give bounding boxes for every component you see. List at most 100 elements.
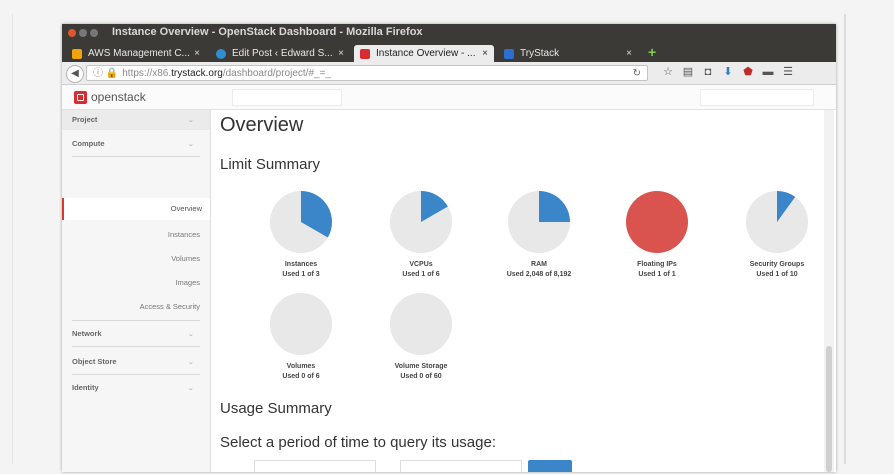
- url-prefix: https://x86.: [122, 68, 172, 79]
- navigation-bar: ◀ ⓘ 🔒 https://x86.trystack.org/dashboard/…: [62, 62, 836, 85]
- limit-used: Used 1 of 10: [756, 271, 798, 278]
- sidebar-item-access-security[interactable]: Access & Security: [70, 302, 200, 311]
- limit-summary-heading: Limit Summary: [220, 156, 321, 173]
- tab-edit-post[interactable]: Edit Post ‹ Edward S... ×: [210, 45, 350, 62]
- reload-icon[interactable]: ↻: [633, 66, 641, 82]
- page-scrollbar[interactable]: [824, 110, 834, 472]
- tab-aws[interactable]: AWS Management C... ×: [66, 45, 206, 62]
- sidebar-section-compute[interactable]: Compute ⌄: [62, 134, 210, 154]
- sidebar-section-identity[interactable]: Identity ⌄: [62, 378, 210, 398]
- extension-icon[interactable]: ▬: [758, 66, 778, 78]
- pie-slice-used: [539, 191, 570, 222]
- frame-right-border: [844, 14, 846, 464]
- limit-name: Instances: [284, 261, 318, 268]
- limit-used: Used 1 of 3: [282, 271, 320, 278]
- lock-icon: 🔒: [105, 68, 119, 79]
- close-tab-icon[interactable]: ×: [482, 45, 488, 62]
- openstack-logo-icon: [74, 91, 87, 105]
- sidebar-item-images[interactable]: Images: [70, 278, 200, 287]
- sidebar-section-network[interactable]: Network ⌄: [62, 324, 210, 344]
- bookmark-star-icon[interactable]: ☆: [658, 65, 678, 78]
- sidebar-section-label: Identity: [72, 383, 99, 392]
- reading-list-icon[interactable]: ▤: [678, 65, 698, 78]
- sidebar-item-volumes[interactable]: Volumes: [70, 254, 200, 263]
- close-tab-icon[interactable]: ×: [338, 45, 344, 62]
- chevron-down-icon: ⌄: [187, 329, 194, 338]
- pie-chart: [270, 293, 332, 355]
- shield-icon[interactable]: ⬟: [738, 65, 758, 78]
- limit-pie-instances: Instances Used 1 of 3: [242, 190, 360, 278]
- limit-name: VCPUs: [409, 261, 433, 268]
- url-bar[interactable]: ⓘ 🔒 https://x86.trystack.org/dashboard/pr…: [86, 65, 648, 81]
- pie-chart: [746, 191, 808, 253]
- sidebar-divider: [72, 156, 200, 157]
- back-icon[interactable]: ◀: [66, 65, 84, 83]
- openstack-logo[interactable]: openstack: [74, 90, 146, 105]
- sidebar-section-label: Network: [72, 329, 102, 338]
- limit-name: Volume Storage: [394, 363, 448, 370]
- scrollbar-thumb[interactable]: [826, 346, 832, 472]
- openstack-icon: [360, 49, 370, 59]
- pie-chart: [390, 191, 452, 253]
- limit-used: Used 1 of 6: [402, 271, 440, 278]
- limit-name: Security Groups: [749, 261, 805, 268]
- usage-summary-heading: Usage Summary: [220, 400, 332, 417]
- sidebar-item-overview[interactable]: Overview: [62, 198, 210, 220]
- date-from-input[interactable]: [254, 460, 376, 472]
- page-title: Overview: [220, 114, 304, 136]
- close-window-icon[interactable]: [68, 29, 76, 37]
- close-tab-icon[interactable]: ×: [626, 45, 632, 62]
- download-icon[interactable]: ⬇: [718, 65, 738, 78]
- tab-bar: AWS Management C... × Edit Post ‹ Edward…: [62, 42, 836, 62]
- logo-text: openstack: [91, 90, 146, 104]
- submit-button[interactable]: [528, 460, 572, 472]
- minimize-window-icon[interactable]: [79, 29, 87, 37]
- tab-label: AWS Management C...: [88, 48, 190, 59]
- url-path: /dashboard/project/#_=_: [222, 68, 331, 79]
- new-tab-icon[interactable]: +: [648, 45, 656, 59]
- limit-pie-floating-ips: Floating IPs Used 1 of 1: [598, 190, 716, 278]
- main-content: Overview Limit Summary Instances Used 1 …: [212, 110, 822, 472]
- pie-slice-used: [626, 191, 688, 253]
- pie-background: [270, 293, 332, 355]
- menu-icon[interactable]: ☰: [778, 65, 798, 78]
- limit-pie-ram: RAM Used 2,048 of 8,192: [480, 190, 598, 278]
- tab-label: Instance Overview - ...: [376, 48, 476, 59]
- pocket-icon[interactable]: ◘: [698, 66, 718, 78]
- limit-pie-security-groups: Security Groups Used 1 of 10: [718, 190, 836, 278]
- sidebar-divider: [72, 346, 200, 347]
- limit-pie-vcpus: VCPUs Used 1 of 6: [362, 190, 480, 278]
- aws-icon: [72, 49, 82, 59]
- tab-instance-overview[interactable]: Instance Overview - ... ×: [354, 45, 494, 62]
- close-tab-icon[interactable]: ×: [194, 45, 200, 62]
- limit-pie-volumes: Volumes Used 0 of 6: [242, 292, 360, 380]
- tab-label: Edit Post ‹ Edward S...: [232, 48, 333, 59]
- limit-used: Used 2,048 of 8,192: [506, 271, 572, 278]
- tab-trystack[interactable]: TryStack ×: [498, 45, 638, 62]
- limit-name: Floating IPs: [637, 261, 677, 268]
- chevron-down-icon: ⌄: [187, 139, 194, 148]
- info-icon[interactable]: ⓘ: [93, 68, 103, 79]
- openstack-header: openstack: [62, 85, 836, 110]
- maximize-window-icon[interactable]: [90, 29, 98, 37]
- frame-left-border: [12, 14, 13, 464]
- sidebar-divider: [72, 374, 200, 375]
- date-to-input[interactable]: [400, 460, 522, 472]
- window-title: Instance Overview - OpenStack Dashboard …: [112, 26, 423, 38]
- pie-background: [390, 293, 452, 355]
- sidebar-section-object-store[interactable]: Object Store ⌄: [62, 352, 210, 372]
- sidebar-section-project[interactable]: Project ⌄: [62, 110, 210, 130]
- query-period-prompt: Select a period of time to query its usa…: [220, 434, 496, 451]
- limit-used: Used 0 of 60: [400, 373, 442, 380]
- sidebar-divider: [72, 320, 200, 321]
- limit-used: Used 0 of 6: [282, 373, 320, 380]
- sidebar-item-instances[interactable]: Instances: [70, 230, 200, 239]
- tab-label: TryStack: [520, 48, 560, 59]
- pie-chart: [508, 191, 570, 253]
- pie-chart: [390, 293, 452, 355]
- limit-name: Volumes: [286, 363, 316, 370]
- window-controls[interactable]: [68, 28, 101, 40]
- project-selector[interactable]: [232, 89, 342, 106]
- user-menu[interactable]: [700, 89, 814, 106]
- sidebar-section-label: Object Store: [72, 357, 117, 366]
